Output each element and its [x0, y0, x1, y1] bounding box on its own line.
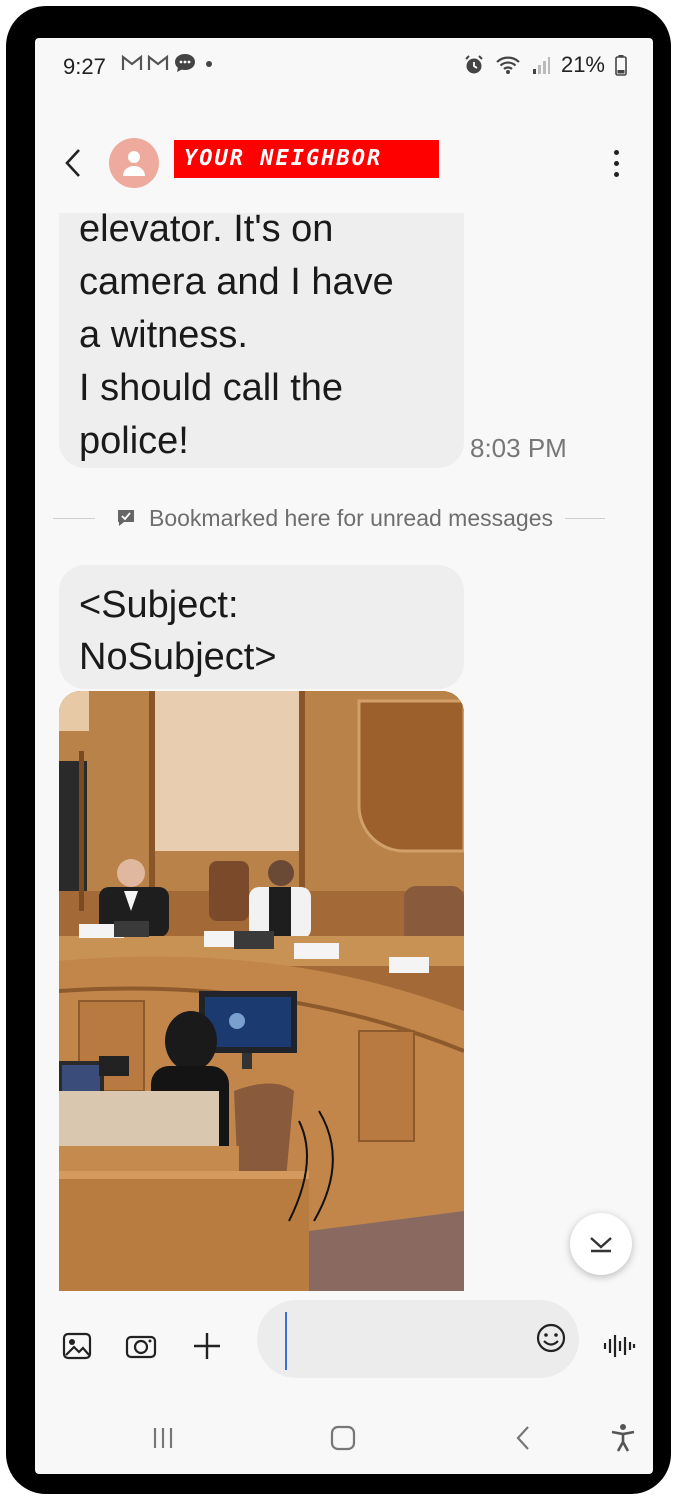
- recents-button[interactable]: [143, 1418, 183, 1458]
- menu-dot: [613, 160, 619, 166]
- voice-record-button[interactable]: [599, 1326, 639, 1366]
- person-icon: [123, 151, 145, 176]
- back-icon: [516, 1426, 529, 1450]
- chevron-left-icon: [65, 149, 80, 177]
- wifi-icon: [496, 56, 520, 74]
- contact-avatar[interactable]: [109, 138, 159, 188]
- battery-percent: 21%: [560, 52, 605, 77]
- more-options-button[interactable]: [601, 144, 631, 182]
- gallery-button[interactable]: [57, 1326, 97, 1366]
- status-bar: 9:27 21%: [35, 38, 653, 96]
- scroll-to-bottom-button[interactable]: [570, 1213, 632, 1275]
- battery-icon: [615, 55, 627, 76]
- bookmark-text: Bookmarked here for unread messages: [149, 504, 553, 531]
- bookmark-message-icon: [118, 510, 134, 526]
- accessibility-button[interactable]: [603, 1418, 643, 1458]
- emoji-button[interactable]: [531, 1318, 571, 1358]
- alarm-icon: [465, 55, 483, 74]
- message-input[interactable]: [257, 1300, 579, 1378]
- message-composer: [35, 1300, 653, 1400]
- system-nav-bar: [35, 1408, 653, 1468]
- subject-bubble[interactable]: <Subject: NoSubject>: [59, 565, 464, 689]
- nav-back-button[interactable]: [503, 1418, 543, 1458]
- signal-icon: [532, 57, 550, 74]
- gallery-icon: [62, 1332, 92, 1360]
- phone-frame: 9:27 21% YOUR NEIGHBOR elevator. It's on…: [6, 6, 671, 1494]
- camera-button[interactable]: [121, 1326, 161, 1366]
- home-icon: [330, 1425, 356, 1451]
- home-button[interactable]: [323, 1418, 363, 1458]
- chevron-down-icon: [590, 1237, 612, 1253]
- recents-icon: [153, 1428, 173, 1448]
- attach-button[interactable]: [187, 1326, 227, 1366]
- emoji-icon: [536, 1323, 566, 1353]
- attached-image[interactable]: [59, 691, 464, 1291]
- accessibility-icon: [611, 1424, 635, 1452]
- status-right: 21%: [463, 52, 627, 78]
- divider-line: [53, 517, 95, 519]
- voice-wave-icon: [603, 1335, 636, 1357]
- contact-name[interactable]: YOUR NEIGHBOR: [174, 140, 439, 178]
- conversation-header: YOUR NEIGHBOR: [35, 128, 653, 198]
- message-icon: [175, 54, 195, 72]
- text-cursor: [285, 1312, 287, 1370]
- phone-screen: 9:27 21% YOUR NEIGHBOR elevator. It's on…: [35, 38, 653, 1474]
- plus-icon: [194, 1333, 220, 1359]
- menu-dot: [613, 171, 619, 177]
- dot-icon: [206, 61, 212, 67]
- message-bubble[interactable]: elevator. It's on camera and I have a wi…: [59, 213, 464, 468]
- back-button[interactable]: [55, 140, 91, 186]
- message-time: 8:03 PM: [470, 433, 567, 463]
- notification-icons: [121, 52, 217, 74]
- gmail-icon: [147, 54, 169, 70]
- divider-line: [565, 517, 605, 519]
- camera-icon: [125, 1335, 157, 1359]
- gmail-icon: [121, 54, 143, 70]
- message-list[interactable]: elevator. It's on camera and I have a wi…: [35, 213, 653, 1323]
- meeting-photo: [59, 691, 464, 1291]
- status-time: 9:27: [63, 54, 106, 79]
- unread-bookmark: Bookmarked here for unread messages: [53, 501, 635, 535]
- menu-dot: [613, 149, 619, 155]
